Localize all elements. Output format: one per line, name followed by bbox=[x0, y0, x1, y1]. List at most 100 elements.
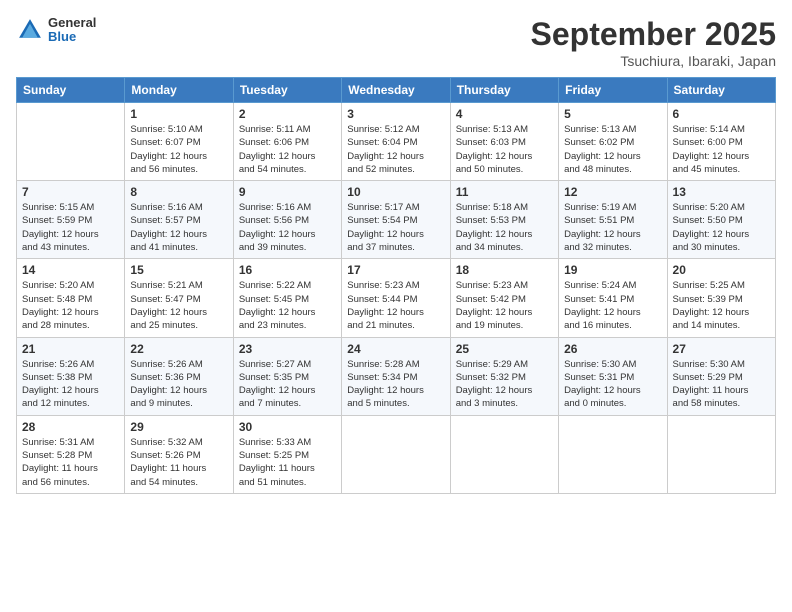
day-number: 13 bbox=[673, 185, 770, 199]
calendar-cell: 2 Sunrise: 5:11 AM Sunset: 6:06 PM Daylig… bbox=[233, 103, 341, 181]
calendar-cell: 12 Sunrise: 5:19 AM Sunset: 5:51 PM Dayli… bbox=[559, 181, 667, 259]
day-info: Sunrise: 5:24 AM Sunset: 5:41 PM Dayligh… bbox=[564, 279, 661, 332]
day-info: Sunrise: 5:32 AM Sunset: 5:26 PM Dayligh… bbox=[130, 436, 227, 489]
day-info: Sunrise: 5:29 AM Sunset: 5:32 PM Dayligh… bbox=[456, 358, 553, 411]
calendar-cell bbox=[667, 415, 775, 493]
day-number: 18 bbox=[456, 263, 553, 277]
day-number: 22 bbox=[130, 342, 227, 356]
day-number: 30 bbox=[239, 420, 336, 434]
calendar-cell bbox=[559, 415, 667, 493]
calendar-week-3: 14Sunrise: 5:20 AM Sunset: 5:48 PM Dayli… bbox=[17, 259, 776, 337]
calendar-cell: 21 Sunrise: 5:26 AM Sunset: 5:38 PM Dayli… bbox=[17, 337, 125, 415]
day-info: Sunrise: 5:30 AM Sunset: 5:29 PM Dayligh… bbox=[673, 358, 770, 411]
weekday-header-thursday: Thursday bbox=[450, 78, 558, 103]
calendar-cell: 8 Sunrise: 5:16 AM Sunset: 5:57 PM Daylig… bbox=[125, 181, 233, 259]
day-number: 12 bbox=[564, 185, 661, 199]
day-number: 19 bbox=[564, 263, 661, 277]
day-number: 8 bbox=[130, 185, 227, 199]
day-info: Sunrise: 5:31 AM Sunset: 5:28 PM Dayligh… bbox=[22, 436, 119, 489]
day-info: Sunrise: 5:25 AM Sunset: 5:39 PM Dayligh… bbox=[673, 279, 770, 332]
calendar-cell bbox=[17, 103, 125, 181]
calendar-cell: 25 Sunrise: 5:29 AM Sunset: 5:32 PM Dayli… bbox=[450, 337, 558, 415]
day-number: 7 bbox=[22, 185, 119, 199]
logo-blue-text: Blue bbox=[48, 30, 96, 44]
day-number: 29 bbox=[130, 420, 227, 434]
day-info: Sunrise: 5:28 AM Sunset: 5:34 PM Dayligh… bbox=[347, 358, 444, 411]
day-info: Sunrise: 5:22 AM Sunset: 5:45 PM Dayligh… bbox=[239, 279, 336, 332]
day-number: 15 bbox=[130, 263, 227, 277]
day-number: 23 bbox=[239, 342, 336, 356]
calendar-cell: 10Sunrise: 5:17 AM Sunset: 5:54 PM Dayli… bbox=[342, 181, 450, 259]
calendar-cell: 7 Sunrise: 5:15 AM Sunset: 5:59 PM Daylig… bbox=[17, 181, 125, 259]
calendar-cell: 11 Sunrise: 5:18 AM Sunset: 5:53 PM Dayli… bbox=[450, 181, 558, 259]
weekday-header-sunday: Sunday bbox=[17, 78, 125, 103]
day-info: Sunrise: 5:18 AM Sunset: 5:53 PM Dayligh… bbox=[456, 201, 553, 254]
day-info: Sunrise: 5:23 AM Sunset: 5:42 PM Dayligh… bbox=[456, 279, 553, 332]
weekday-header-monday: Monday bbox=[125, 78, 233, 103]
day-number: 26 bbox=[564, 342, 661, 356]
day-number: 2 bbox=[239, 107, 336, 121]
calendar-cell: 16 Sunrise: 5:22 AM Sunset: 5:45 PM Dayli… bbox=[233, 259, 341, 337]
calendar-cell bbox=[450, 415, 558, 493]
calendar-cell bbox=[342, 415, 450, 493]
calendar-week-5: 28 Sunrise: 5:31 AM Sunset: 5:28 PM Dayli… bbox=[17, 415, 776, 493]
calendar-cell: 20 Sunrise: 5:25 AM Sunset: 5:39 PM Dayli… bbox=[667, 259, 775, 337]
calendar-cell: 23 Sunrise: 5:27 AM Sunset: 5:35 PM Dayli… bbox=[233, 337, 341, 415]
day-info: Sunrise: 5:30 AM Sunset: 5:31 PM Dayligh… bbox=[564, 358, 661, 411]
day-info: Sunrise: 5:13 AM Sunset: 6:02 PM Dayligh… bbox=[564, 123, 661, 176]
day-number: 10 bbox=[347, 185, 444, 199]
calendar-cell: 26 Sunrise: 5:30 AM Sunset: 5:31 PM Dayli… bbox=[559, 337, 667, 415]
day-info: Sunrise: 5:11 AM Sunset: 6:06 PM Dayligh… bbox=[239, 123, 336, 176]
calendar-cell: 1 Sunrise: 5:10 AM Sunset: 6:07 PM Daylig… bbox=[125, 103, 233, 181]
day-info: Sunrise: 5:12 AM Sunset: 6:04 PM Dayligh… bbox=[347, 123, 444, 176]
day-number: 5 bbox=[564, 107, 661, 121]
day-info: Sunrise: 5:26 AM Sunset: 5:36 PM Dayligh… bbox=[130, 358, 227, 411]
title-area: September 2025 Tsuchiura, Ibaraki, Japan bbox=[531, 16, 776, 69]
calendar-cell: 15 Sunrise: 5:21 AM Sunset: 5:47 PM Dayli… bbox=[125, 259, 233, 337]
day-info: Sunrise: 5:20 AM Sunset: 5:50 PM Dayligh… bbox=[673, 201, 770, 254]
calendar-cell: 28 Sunrise: 5:31 AM Sunset: 5:28 PM Dayli… bbox=[17, 415, 125, 493]
day-info: Sunrise: 5:19 AM Sunset: 5:51 PM Dayligh… bbox=[564, 201, 661, 254]
day-number: 16 bbox=[239, 263, 336, 277]
day-info: Sunrise: 5:15 AM Sunset: 5:59 PM Dayligh… bbox=[22, 201, 119, 254]
calendar-table: SundayMondayTuesdayWednesdayThursdayFrid… bbox=[16, 77, 776, 494]
calendar-cell: 14Sunrise: 5:20 AM Sunset: 5:48 PM Dayli… bbox=[17, 259, 125, 337]
day-number: 27 bbox=[673, 342, 770, 356]
day-number: 21 bbox=[22, 342, 119, 356]
day-number: 28 bbox=[22, 420, 119, 434]
weekday-header-friday: Friday bbox=[559, 78, 667, 103]
day-number: 1 bbox=[130, 107, 227, 121]
day-info: Sunrise: 5:33 AM Sunset: 5:25 PM Dayligh… bbox=[239, 436, 336, 489]
calendar-cell: 3 Sunrise: 5:12 AM Sunset: 6:04 PM Daylig… bbox=[342, 103, 450, 181]
weekday-header-wednesday: Wednesday bbox=[342, 78, 450, 103]
day-info: Sunrise: 5:21 AM Sunset: 5:47 PM Dayligh… bbox=[130, 279, 227, 332]
calendar-cell: 22 Sunrise: 5:26 AM Sunset: 5:36 PM Dayli… bbox=[125, 337, 233, 415]
calendar-cell: 27 Sunrise: 5:30 AM Sunset: 5:29 PM Dayli… bbox=[667, 337, 775, 415]
calendar-cell: 30 Sunrise: 5:33 AM Sunset: 5:25 PM Dayli… bbox=[233, 415, 341, 493]
day-info: Sunrise: 5:10 AM Sunset: 6:07 PM Dayligh… bbox=[130, 123, 227, 176]
day-info: Sunrise: 5:16 AM Sunset: 5:57 PM Dayligh… bbox=[130, 201, 227, 254]
day-number: 11 bbox=[456, 185, 553, 199]
logo-icon bbox=[16, 16, 44, 44]
calendar-cell: 6Sunrise: 5:14 AM Sunset: 6:00 PM Daylig… bbox=[667, 103, 775, 181]
day-number: 6 bbox=[673, 107, 770, 121]
day-info: Sunrise: 5:27 AM Sunset: 5:35 PM Dayligh… bbox=[239, 358, 336, 411]
day-number: 3 bbox=[347, 107, 444, 121]
calendar-cell: 24Sunrise: 5:28 AM Sunset: 5:34 PM Dayli… bbox=[342, 337, 450, 415]
day-info: Sunrise: 5:26 AM Sunset: 5:38 PM Dayligh… bbox=[22, 358, 119, 411]
weekday-header-saturday: Saturday bbox=[667, 78, 775, 103]
day-number: 20 bbox=[673, 263, 770, 277]
day-number: 25 bbox=[456, 342, 553, 356]
logo: General Blue bbox=[16, 16, 96, 45]
calendar-cell: 17Sunrise: 5:23 AM Sunset: 5:44 PM Dayli… bbox=[342, 259, 450, 337]
calendar-cell: 29 Sunrise: 5:32 AM Sunset: 5:26 PM Dayli… bbox=[125, 415, 233, 493]
weekday-header-tuesday: Tuesday bbox=[233, 78, 341, 103]
calendar-cell: 13 Sunrise: 5:20 AM Sunset: 5:50 PM Dayli… bbox=[667, 181, 775, 259]
day-number: 14 bbox=[22, 263, 119, 277]
calendar-cell: 5 Sunrise: 5:13 AM Sunset: 6:02 PM Daylig… bbox=[559, 103, 667, 181]
calendar-cell: 19 Sunrise: 5:24 AM Sunset: 5:41 PM Dayli… bbox=[559, 259, 667, 337]
month-title: September 2025 bbox=[531, 16, 776, 53]
logo-text: General Blue bbox=[48, 16, 96, 45]
logo-general-text: General bbox=[48, 16, 96, 30]
calendar-week-2: 7 Sunrise: 5:15 AM Sunset: 5:59 PM Daylig… bbox=[17, 181, 776, 259]
